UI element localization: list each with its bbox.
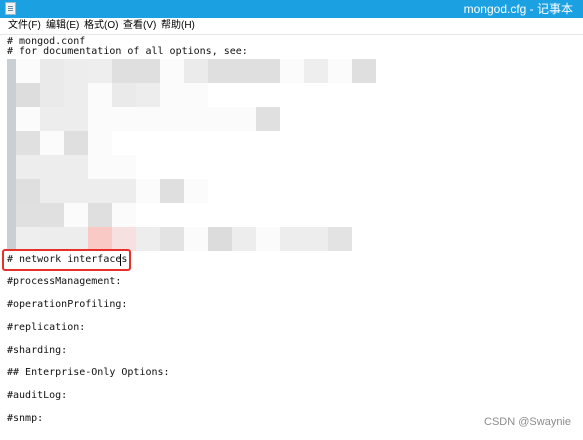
pixel-block [184,227,208,251]
pixel-block [304,227,328,251]
pixel-block [16,131,40,155]
pixel-block [16,107,40,131]
pixel-block [160,83,184,107]
pixel-block [208,107,232,131]
pixel-block [40,83,64,107]
highlight-annotation-box [2,249,131,271]
pixel-block [112,83,136,107]
pixel-block [88,155,112,179]
pixel-block [64,179,88,203]
pixel-block [160,59,184,83]
notepad-window: mongod.cfg - 记事本 文件(F) 编辑(E) 格式(O) 查看(V)… [0,0,583,440]
menu-edit[interactable]: 编辑(E) [46,18,79,34]
pixel-block [136,107,160,131]
pixel-block [64,203,88,227]
pixel-block [112,179,136,203]
pixel-block [208,227,232,251]
text-editor[interactable]: # mongod.conf # for documentation of all… [0,35,583,440]
text-caret [120,254,121,266]
pixel-block [328,227,352,251]
pixel-block [16,83,40,107]
pixel-block [136,227,160,251]
pixel-block [256,59,280,83]
pixel-block [112,227,136,251]
pixel-block [16,59,40,83]
menu-bar: 文件(F) 编辑(E) 格式(O) 查看(V) 帮助(H) [0,18,583,35]
pixel-block [64,107,88,131]
pixel-block [232,227,256,251]
pixel-block [112,59,136,83]
pixel-block [184,107,208,131]
pixel-block [64,155,88,179]
pixel-block [40,179,64,203]
pixel-block [16,227,40,251]
pixel-block [88,131,112,155]
pixel-block [40,155,64,179]
pixel-block [40,203,64,227]
pixel-block [160,179,184,203]
pixel-block [184,59,208,83]
pixel-block [64,227,88,251]
pixel-block [232,107,256,131]
editor-line: #operationProfiling: [7,299,128,310]
pixel-block [40,131,64,155]
pixel-block [112,203,136,227]
pixel-block [40,227,64,251]
title-bar[interactable]: mongod.cfg - 记事本 [0,0,583,18]
editor-line: # for documentation of all options, see: [7,46,248,57]
pixel-block [64,131,88,155]
pixel-block [184,179,208,203]
pixel-block [112,107,136,131]
watermark: CSDN @Swaynie [484,416,571,428]
pixel-block [328,59,352,83]
pixel-block [280,59,304,83]
menu-file[interactable]: 文件(F) [8,18,41,34]
pixel-block [88,59,112,83]
pixel-block [88,107,112,131]
pixel-block [88,83,112,107]
pixel-block [136,83,160,107]
menu-view[interactable]: 查看(V) [123,18,156,34]
pixel-block [40,59,64,83]
pixel-block [256,227,280,251]
pixel-block [184,83,208,107]
pixel-block [232,59,256,83]
window-title: mongod.cfg - 记事本 [463,2,573,16]
pixel-block [136,179,160,203]
pixel-block [88,227,112,251]
editor-line: #replication: [7,322,86,333]
menu-help[interactable]: 帮助(H) [161,18,195,34]
editor-line: ## Enterprise-Only Options: [7,367,170,378]
pixel-block [136,59,160,83]
pixel-block [16,179,40,203]
pixel-block [256,107,280,131]
editor-line: #snmp: [7,413,44,424]
pixel-block [64,83,88,107]
pixel-block [16,203,40,227]
pixel-block [352,59,376,83]
menu-format[interactable]: 格式(O) [84,18,118,34]
pixel-block [88,203,112,227]
pixel-block [64,59,88,83]
pixel-block [208,59,232,83]
pixel-block [304,59,328,83]
editor-line: #sharding: [7,345,68,356]
pixel-block [160,227,184,251]
pixel-block [280,227,304,251]
pixel-block [112,155,136,179]
notepad-icon [5,2,16,15]
editor-line: #auditLog: [7,390,68,401]
pixel-block [88,179,112,203]
pixel-block [16,155,40,179]
pixel-block [40,107,64,131]
pixel-block [160,107,184,131]
editor-line: #processManagement: [7,276,122,287]
pixel-gutter [7,59,16,251]
